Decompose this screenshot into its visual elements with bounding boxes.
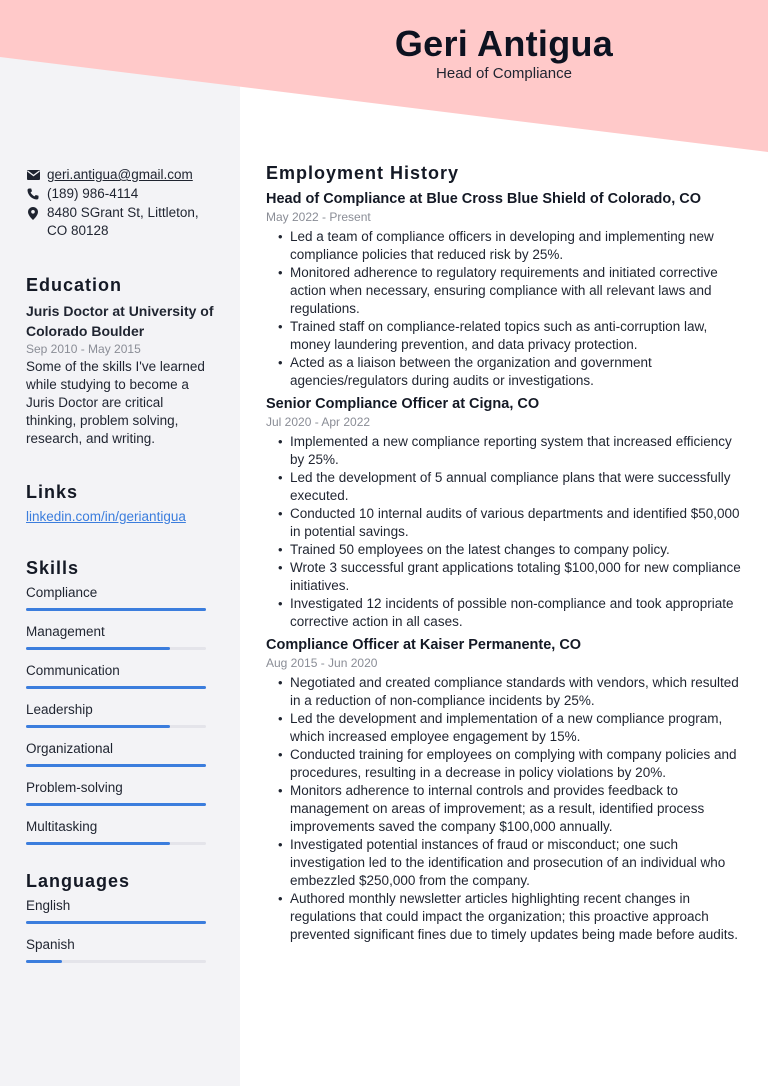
- main-content: Employment History Head of Compliance at…: [266, 162, 746, 949]
- candidate-name: Geri Antigua: [394, 23, 614, 64]
- job-bullet: Conducted 10 internal audits of various …: [278, 505, 746, 541]
- education-description: Some of the skills I've learned while st…: [26, 359, 205, 446]
- linkedin-link[interactable]: linkedin.com/in/geriantigua: [26, 509, 186, 524]
- job-entry: Compliance Officer at Kaiser Permanente,…: [266, 636, 746, 944]
- job-bullet: Trained 50 employees on the latest chang…: [278, 541, 746, 559]
- contact-phone: (189) 986-4114: [26, 185, 216, 203]
- language-item: Spanish: [26, 936, 216, 963]
- job-title: Head of Compliance at Blue Cross Blue Sh…: [266, 191, 702, 207]
- languages-list: English Spanish: [26, 897, 216, 963]
- skill-level-bar: [26, 842, 206, 845]
- job-entry: Senior Compliance Officer at Cigna, CO Ju…: [266, 395, 746, 631]
- language-item: English: [26, 897, 216, 924]
- job-bullet: Led a team of compliance officers in dev…: [278, 228, 746, 264]
- education-section: Education Juris Doctor at University of …: [26, 274, 216, 448]
- phone-number: (189) 986-4114: [47, 186, 139, 201]
- skill-level-fill: [26, 764, 206, 767]
- employment-list: Head of Compliance at Blue Cross Blue Sh…: [266, 190, 746, 944]
- skill-level-fill: [26, 725, 170, 728]
- skill-level-bar: [26, 803, 206, 806]
- job-bullet: Led the development of 5 annual complian…: [278, 469, 746, 505]
- skill-label: Multitasking: [26, 819, 98, 834]
- job-bullet: Monitors adherence to internal controls …: [278, 782, 746, 836]
- skill-item: Multitasking: [26, 818, 216, 845]
- skill-level-fill: [26, 647, 170, 650]
- skill-item: Problem-solving: [26, 779, 216, 806]
- language-level-bar: [26, 960, 206, 963]
- education-degree: Juris Doctor at University of Colorado B…: [26, 303, 214, 339]
- skill-level-fill: [26, 686, 206, 689]
- language-label: English: [26, 898, 71, 913]
- email-link[interactable]: geri.antigua@gmail.com: [47, 166, 193, 184]
- skill-item: Management: [26, 623, 216, 650]
- job-bullet: Implemented a new compliance reporting s…: [278, 433, 746, 469]
- skill-item: Leadership: [26, 701, 216, 728]
- skill-level-bar: [26, 725, 206, 728]
- skill-label: Compliance: [26, 585, 98, 600]
- skill-label: Problem-solving: [26, 780, 123, 795]
- skill-label: Organizational: [26, 741, 114, 756]
- job-bullets: Led a team of compliance officers in dev…: [278, 228, 746, 390]
- job-bullet: Investigated 12 incidents of possible no…: [278, 595, 746, 631]
- languages-heading: Languages: [26, 871, 131, 891]
- address: 8480 SGrant St, Littleton, CO 80128: [47, 205, 199, 238]
- job-bullet: Trained staff on compliance-related topi…: [278, 318, 746, 354]
- contact-email: geri.antigua@gmail.com: [26, 166, 216, 184]
- language-level-bar: [26, 921, 206, 924]
- job-bullets: Negotiated and created compliance standa…: [278, 674, 746, 944]
- job-bullet: Wrote 3 successful grant applications to…: [278, 559, 746, 595]
- skill-level-fill: [26, 608, 206, 611]
- education-heading: Education: [26, 275, 123, 295]
- job-bullet: Negotiated and created compliance standa…: [278, 674, 746, 710]
- languages-section: Languages English Spanish: [26, 870, 216, 963]
- job-bullets: Implemented a new compliance reporting s…: [278, 433, 746, 631]
- sidebar: geri.antigua@gmail.com (189) 986-4114 84…: [26, 166, 216, 975]
- skill-level-bar: [26, 647, 206, 650]
- job-dates: Aug 2015 - Jun 2020: [266, 656, 378, 670]
- job-bullet: Investigated potential instances of frau…: [278, 836, 746, 890]
- skills-section: Skills Compliance Management Communication…: [26, 557, 216, 845]
- job-entry: Head of Compliance at Blue Cross Blue Sh…: [266, 190, 746, 390]
- language-level-fill: [26, 921, 206, 924]
- links-heading: Links: [26, 482, 79, 502]
- links-section: Links linkedin.com/in/geriantigua: [26, 481, 216, 526]
- contact-section: geri.antigua@gmail.com (189) 986-4114 84…: [26, 166, 216, 240]
- job-bullet: Led the development and implementation o…: [278, 710, 746, 746]
- language-label: Spanish: [26, 937, 75, 952]
- skill-level-fill: [26, 842, 170, 845]
- language-level-fill: [26, 960, 62, 963]
- job-bullet: Monitored adherence to regulatory requir…: [278, 264, 746, 318]
- contact-address: 8480 SGrant St, Littleton, CO 80128: [26, 204, 216, 240]
- skill-label: Communication: [26, 663, 120, 678]
- envelope-icon: [26, 166, 40, 184]
- job-bullet: Acted as a liaison between the organizat…: [278, 354, 746, 390]
- skill-label: Leadership: [26, 702, 93, 717]
- job-title: Senior Compliance Officer at Cigna, CO: [266, 396, 540, 412]
- phone-icon: [26, 185, 40, 203]
- skill-level-bar: [26, 764, 206, 767]
- job-dates: May 2022 - Present: [266, 210, 371, 224]
- skill-level-fill: [26, 803, 206, 806]
- resume-header: Geri Antigua Head of Compliance: [240, 22, 768, 83]
- job-dates: Jul 2020 - Apr 2022: [266, 415, 371, 429]
- job-title: Compliance Officer at Kaiser Permanente,…: [266, 637, 582, 653]
- skill-item: Compliance: [26, 584, 216, 611]
- skill-item: Organizational: [26, 740, 216, 767]
- skill-item: Communication: [26, 662, 216, 689]
- skill-label: Management: [26, 624, 105, 639]
- job-bullet: Authored monthly newsletter articles hig…: [278, 890, 746, 944]
- skills-heading: Skills: [26, 558, 80, 578]
- skill-level-bar: [26, 608, 206, 611]
- skill-level-bar: [26, 686, 206, 689]
- candidate-role: Head of Compliance: [436, 65, 572, 82]
- employment-heading: Employment History: [266, 163, 460, 183]
- map-pin-icon: [26, 204, 40, 222]
- education-dates: Sep 2010 - May 2015: [26, 342, 141, 356]
- skills-list: Compliance Management Communication Leaders…: [26, 584, 216, 845]
- job-bullet: Conducted training for employees on comp…: [278, 746, 746, 782]
